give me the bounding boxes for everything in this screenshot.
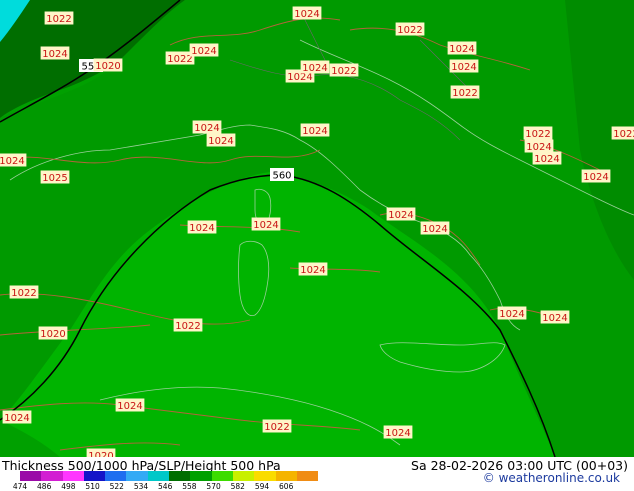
slp-label: 1024 [497, 306, 527, 320]
svg-text:1024: 1024 [542, 313, 567, 324]
svg-text:1022: 1022 [167, 54, 192, 65]
slp-label: 1022 [44, 11, 74, 25]
svg-text:1024: 1024 [117, 401, 142, 412]
svg-text:1024: 1024 [294, 9, 319, 20]
legend-color-bar [20, 471, 319, 481]
slp-label: 1024 [189, 43, 219, 57]
svg-text:1024: 1024 [42, 49, 67, 60]
slp-label: 1022 [329, 63, 359, 77]
svg-text:1024: 1024 [583, 172, 608, 183]
svg-text:1024: 1024 [302, 63, 327, 74]
legend-swatch [275, 471, 297, 481]
slp-label: 1024 [2, 410, 32, 424]
svg-text:1022: 1022 [264, 422, 289, 433]
slp-label: 1024 [532, 151, 562, 165]
legend-swatch [190, 471, 212, 481]
slp-label: 1024 [40, 46, 70, 60]
svg-text:1024: 1024 [208, 136, 233, 147]
slp-label: 1024 [192, 120, 222, 134]
svg-text:1024: 1024 [499, 309, 524, 320]
slp-label: 1022 [611, 126, 634, 140]
legend-swatch [83, 471, 106, 481]
slp-label: 1022 [262, 419, 292, 433]
slp-label: 1022 [523, 126, 553, 140]
svg-text:1024: 1024 [422, 224, 447, 235]
legend-swatch [62, 471, 84, 481]
svg-text:1024: 1024 [253, 220, 278, 231]
slp-label: 1024 [300, 123, 330, 137]
svg-text:1022: 1022 [452, 88, 477, 99]
svg-text:1024: 1024 [4, 413, 29, 424]
slp-label: 1024 [524, 139, 554, 153]
slp-label: 1024 [115, 398, 145, 412]
slp-label: 1024 [383, 425, 413, 439]
slp-label: 1022 [450, 85, 480, 99]
slp-label: 1024 [449, 59, 479, 73]
legend-swatch [105, 471, 127, 481]
slp-label: 1024 [187, 220, 217, 234]
credit-link[interactable]: © weatheronline.co.uk [483, 471, 620, 485]
slp-label: 1024 [251, 217, 281, 231]
legend-swatch [169, 471, 191, 481]
slp-label: 1024 [420, 221, 450, 235]
legend-swatch [147, 471, 170, 481]
legend-swatch [41, 471, 63, 481]
svg-text:1024: 1024 [0, 156, 25, 167]
svg-text:1024: 1024 [388, 210, 413, 221]
svg-text:560: 560 [272, 171, 291, 182]
slp-label: 1024 [206, 133, 236, 147]
slp-label: 1024 [447, 41, 477, 55]
legend-swatch [20, 471, 42, 481]
slp-label: 1024 [540, 310, 570, 324]
svg-text:1025: 1025 [42, 173, 67, 184]
legend-swatch [254, 471, 276, 481]
legend-swatch [296, 471, 319, 481]
slp-label: 1022 [9, 285, 39, 299]
slp-label: 1024 [300, 60, 330, 74]
slp-label: 1024 [298, 262, 328, 276]
svg-text:1024: 1024 [189, 223, 214, 234]
slp-label: 1024 [292, 6, 322, 20]
slp-label: 1025 [40, 170, 70, 184]
slp-label: 1024 [386, 207, 416, 221]
svg-text:1022: 1022 [331, 66, 356, 77]
svg-text:1024: 1024 [451, 62, 476, 73]
svg-text:1022: 1022 [397, 25, 422, 36]
footer-bar: Thickness 500/1000 hPa/SLP/Height 500 hP… [0, 457, 634, 491]
svg-text:1020: 1020 [40, 329, 65, 340]
svg-text:1020: 1020 [95, 61, 120, 72]
svg-text:1024: 1024 [385, 428, 410, 439]
slp-label: 1020 [38, 326, 68, 340]
slp-label: 1020 [93, 58, 123, 72]
legend-swatch [211, 471, 233, 481]
svg-text:1024: 1024 [526, 142, 551, 153]
svg-text:1024: 1024 [449, 44, 474, 55]
svg-text:1022: 1022 [175, 321, 200, 332]
slp-label: 1020 [86, 448, 116, 457]
slp-label: 1024 [581, 169, 611, 183]
slp-label: 1022 [395, 22, 425, 36]
svg-text:1024: 1024 [534, 154, 559, 165]
slp-label: 1022 [173, 318, 203, 332]
svg-text:1022: 1022 [613, 129, 634, 140]
weather-map: 552 560 1022 1024 1020 1022 1024 1024 1022 1024… [0, 0, 634, 457]
svg-text:1024: 1024 [191, 46, 216, 57]
contour-label-560: 560 [270, 168, 294, 182]
svg-text:1022: 1022 [525, 129, 550, 140]
svg-text:1024: 1024 [300, 265, 325, 276]
svg-text:1024: 1024 [302, 126, 327, 137]
svg-text:1022: 1022 [46, 14, 71, 25]
legend-swatch [126, 471, 148, 481]
svg-text:1022: 1022 [11, 288, 36, 299]
slp-label: 1024 [0, 153, 27, 167]
svg-text:1024: 1024 [194, 123, 219, 134]
legend-swatch [232, 471, 255, 481]
